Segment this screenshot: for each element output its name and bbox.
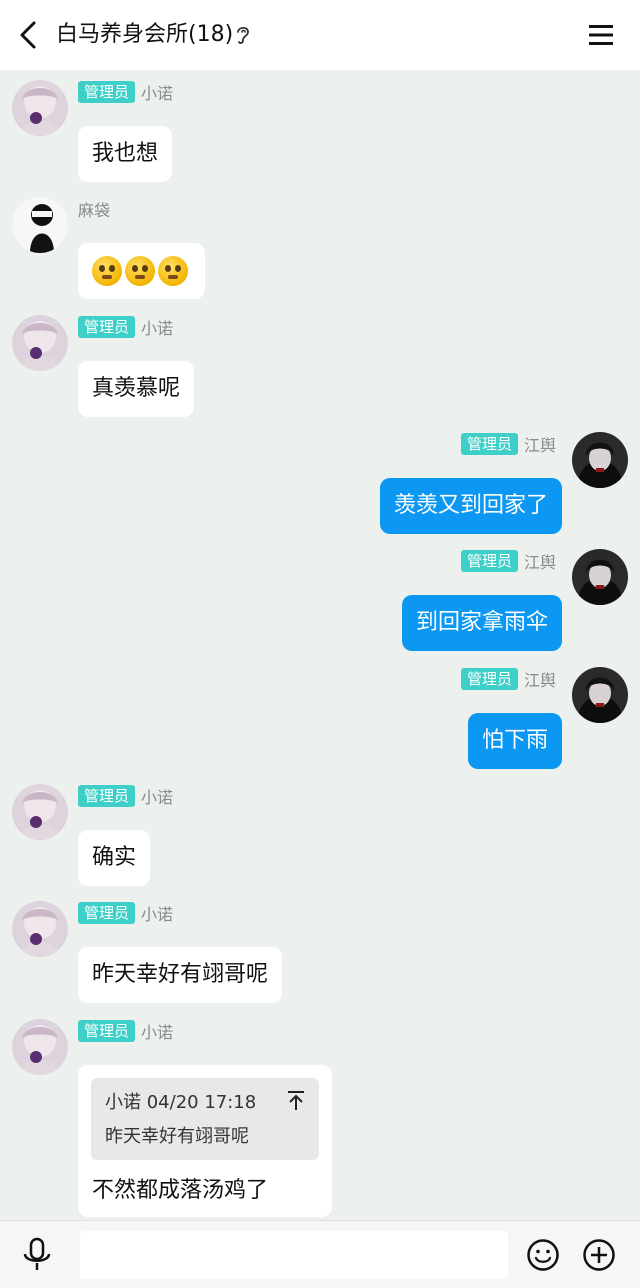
message-list[interactable]: 管理员 小诺 我也想 麻袋 管理员 小诺 真羡慕呢 管理员 江舆 羡羡又到回家了… <box>0 70 640 1220</box>
sender-meta: 管理员 江舆 <box>460 667 556 691</box>
ear-icon <box>237 26 249 44</box>
message-bubble[interactable]: 到回家拿雨伞 <box>401 595 562 651</box>
avatar-image <box>12 901 68 957</box>
sender-meta: 管理员 小诺 <box>78 315 173 339</box>
message-bubble[interactable] <box>78 243 205 299</box>
plus-circle-icon <box>583 1239 615 1271</box>
sender-name[interactable]: 小诺 <box>141 1019 173 1043</box>
menu-button[interactable] <box>586 20 616 50</box>
avatar[interactable] <box>12 1019 68 1075</box>
avatar-image <box>12 784 68 840</box>
microphone-icon <box>23 1237 51 1270</box>
admin-badge: 管理员 <box>78 785 136 807</box>
sender-name[interactable]: 麻袋 <box>78 197 110 221</box>
avatar[interactable] <box>12 315 68 371</box>
avatar-image <box>572 667 628 723</box>
message-bubble[interactable]: 昨天幸好有翊哥呢 <box>78 947 283 1003</box>
admin-badge: 管理员 <box>78 81 136 103</box>
avatar[interactable] <box>572 549 628 605</box>
hamburger-menu-icon <box>589 25 613 45</box>
avatar[interactable] <box>12 197 68 253</box>
chat-title[interactable]: 白马养身会所(18) <box>56 18 233 52</box>
input-bar <box>0 1220 640 1288</box>
avatar[interactable] <box>572 667 628 723</box>
reply-message-bubble[interactable]: 小诺 04/20 17:18 昨天幸好有翊哥呢 不然都成落汤鸡了 <box>78 1065 332 1217</box>
admin-badge: 管理员 <box>460 433 518 455</box>
quoted-author-time: 小诺 04/20 17:18 <box>105 1092 257 1113</box>
sender-name[interactable]: 江舆 <box>524 667 556 691</box>
admin-badge: 管理员 <box>460 668 518 690</box>
avatar-image <box>12 315 68 371</box>
chat-header: 白马养身会所(18) <box>0 0 640 70</box>
thinking-face-emoji <box>125 256 155 286</box>
quoted-message[interactable]: 小诺 04/20 17:18 昨天幸好有翊哥呢 <box>91 1078 319 1160</box>
sender-meta: 管理员 小诺 <box>78 901 173 925</box>
smiley-icon <box>527 1239 559 1271</box>
quoted-text: 昨天幸好有翊哥呢 <box>105 1126 249 1147</box>
more-button[interactable] <box>582 1238 616 1272</box>
sender-meta: 管理员 江舆 <box>460 432 556 456</box>
avatar[interactable] <box>12 784 68 840</box>
sender-meta: 管理员 江舆 <box>460 549 556 573</box>
chevron-left-icon <box>20 21 36 49</box>
sender-name[interactable]: 小诺 <box>141 784 173 808</box>
message-bubble[interactable]: 怕下雨 <box>467 713 562 769</box>
message-bubble[interactable]: 确实 <box>78 830 151 886</box>
back-button[interactable] <box>12 17 44 53</box>
message-bubble[interactable]: 真羡慕呢 <box>78 361 195 417</box>
avatar-image <box>572 549 628 605</box>
sender-name[interactable]: 小诺 <box>141 80 173 104</box>
admin-badge: 管理员 <box>78 316 136 338</box>
message-bubble[interactable]: 羡羡又到回家了 <box>379 478 562 534</box>
avatar[interactable] <box>12 901 68 957</box>
message-bubble[interactable]: 我也想 <box>78 126 173 182</box>
voice-button[interactable] <box>20 1237 54 1273</box>
admin-badge: 管理员 <box>78 902 136 924</box>
reply-text: 不然都成落汤鸡了 <box>92 1178 269 1203</box>
avatar-image <box>12 197 68 253</box>
sender-name[interactable]: 小诺 <box>141 315 173 339</box>
avatar-image <box>12 80 68 136</box>
avatar[interactable] <box>12 80 68 136</box>
sender-meta: 管理员 小诺 <box>78 1019 173 1043</box>
jump-to-original-icon[interactable] <box>285 1088 307 1112</box>
thinking-face-emoji <box>158 256 188 286</box>
avatar[interactable] <box>572 432 628 488</box>
emoji-button[interactable] <box>526 1238 560 1272</box>
sender-meta: 管理员 小诺 <box>78 80 173 104</box>
avatar-image <box>12 1019 68 1075</box>
message-input[interactable] <box>80 1231 508 1279</box>
admin-badge: 管理员 <box>78 1020 136 1042</box>
sender-name[interactable]: 小诺 <box>141 901 173 925</box>
avatar-image <box>572 432 628 488</box>
sender-name[interactable]: 江舆 <box>524 432 556 456</box>
sender-name[interactable]: 江舆 <box>524 549 556 573</box>
thinking-face-emoji <box>92 256 122 286</box>
sender-meta: 麻袋 <box>78 197 110 221</box>
sender-meta: 管理员 小诺 <box>78 784 173 808</box>
admin-badge: 管理员 <box>460 550 518 572</box>
